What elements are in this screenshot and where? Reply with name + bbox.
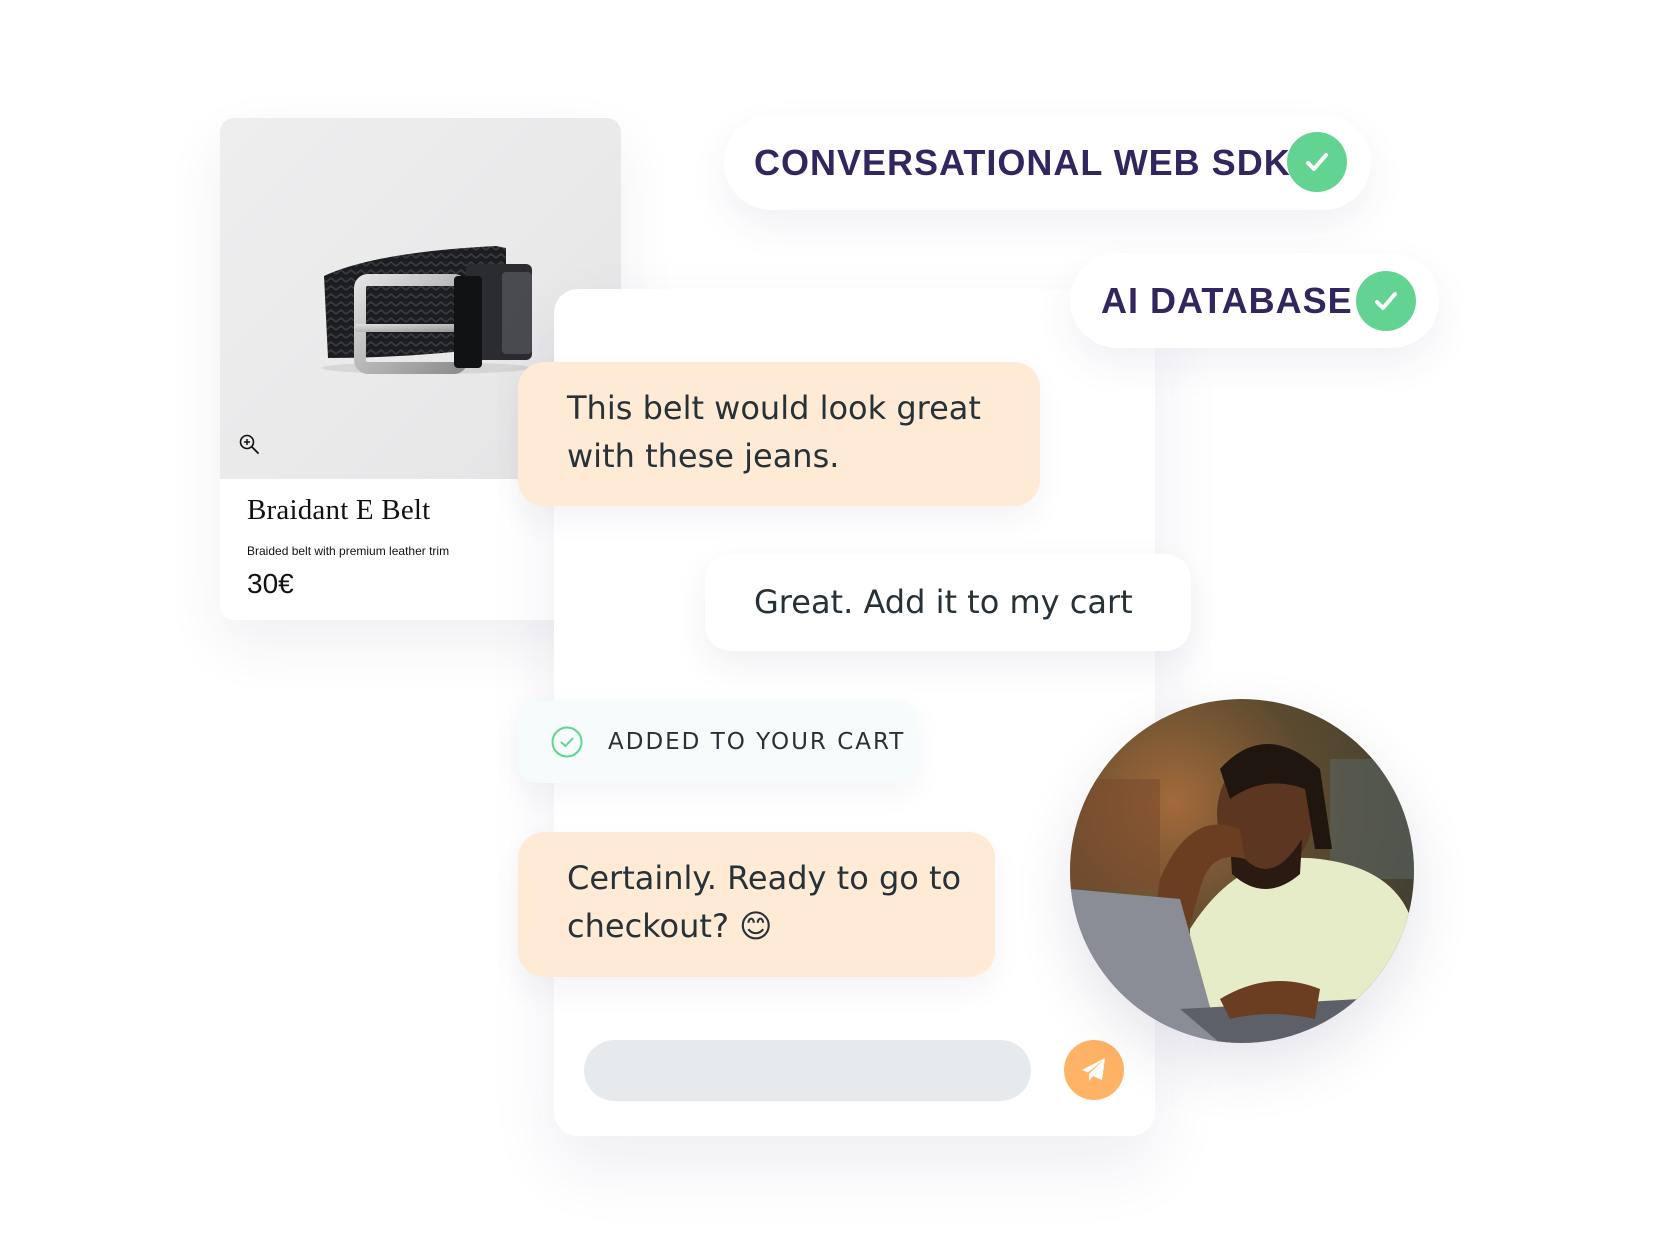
check-icon — [1287, 132, 1347, 192]
message-text: Certainly. Ready to go to checkout? 😊 — [567, 859, 962, 945]
bot-message: This belt would look great with these je… — [518, 362, 1040, 506]
paper-plane-icon — [1082, 1058, 1105, 1081]
message-input[interactable] — [584, 1040, 1031, 1101]
feature-label: CONVERSATIONAL WEB SDK — [754, 142, 1291, 183]
customer-avatar — [1070, 699, 1414, 1043]
check-icon — [1356, 271, 1416, 331]
product-description: Braided belt with premium leather trim — [247, 544, 450, 558]
message-text: Great. Add it to my cart — [754, 583, 1133, 621]
belt-image — [321, 246, 532, 374]
product-title: Braidant E Belt — [247, 494, 431, 526]
feature-label: AI DATABASE — [1101, 280, 1353, 321]
user-message: Great. Add it to my cart — [705, 554, 1191, 651]
bot-message: Certainly. Ready to go to checkout? 😊 — [518, 832, 995, 977]
check-circle-icon — [551, 726, 583, 758]
notice-label: ADDED TO YOUR CART — [608, 729, 906, 755]
feature-pill-ai-database: AI DATABASE — [1070, 253, 1439, 348]
zoom-in-icon[interactable] — [238, 433, 260, 455]
send-button[interactable] — [1064, 1040, 1124, 1100]
added-to-cart-notice: ADDED TO YOUR CART — [518, 701, 917, 783]
feature-pill-web-sdk: CONVERSATIONAL WEB SDK — [724, 115, 1371, 210]
product-price: 30€ — [247, 568, 294, 599]
message-text: This belt would look great with these je… — [567, 389, 981, 475]
customer-photo — [1070, 699, 1414, 1043]
